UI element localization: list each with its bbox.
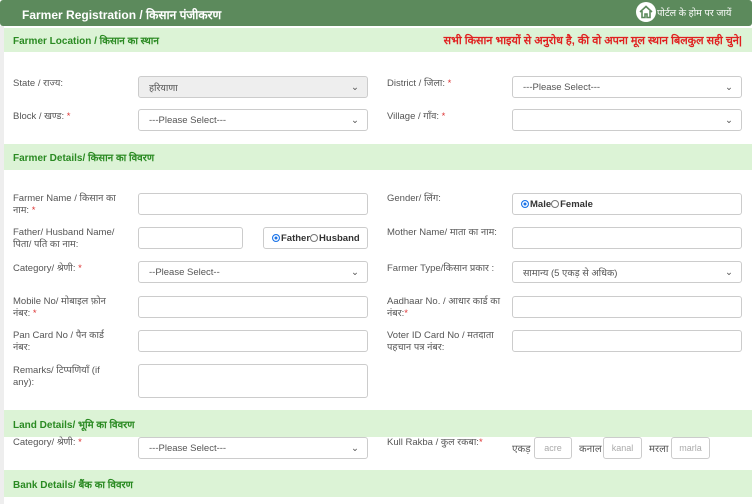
state-select[interactable]: हरियाणा ⌄ bbox=[138, 76, 368, 98]
village-select[interactable]: ⌄ bbox=[512, 109, 742, 131]
state-label: State / राज्य: bbox=[13, 78, 64, 89]
section-title: Land Details/ भूमि का विवरण bbox=[13, 419, 135, 431]
block-select[interactable]: ---Please Select--- ⌄ bbox=[138, 109, 368, 131]
section-farmer-details: Farmer Details/ किसान का विवरण bbox=[4, 144, 752, 170]
home-icon bbox=[636, 2, 656, 22]
kanal-unit-label: कनाल bbox=[579, 444, 602, 455]
mobile-input[interactable] bbox=[138, 296, 368, 318]
district-label: District / जिला: * bbox=[387, 78, 452, 89]
section-title: Farmer Details/ किसान का विवरण bbox=[13, 153, 155, 164]
relation-radio-group: Father Husband bbox=[263, 227, 368, 249]
kull-rakba-label: Kull Rakba / कुल रकबा:* bbox=[387, 437, 483, 448]
land-category-select[interactable]: ---Please Select--- ⌄ bbox=[138, 437, 368, 459]
mother-name-input[interactable] bbox=[512, 227, 742, 249]
mobile-label: Mobile No/ मोबाइल फ़ोन नंबर: * bbox=[13, 296, 106, 319]
father-name-label: Father/ Husband Name/ पिता/ पति का नाम: bbox=[13, 227, 115, 250]
chevron-down-icon: ⌄ bbox=[351, 81, 359, 93]
aadhaar-label: Aadhaar No. / आधार कार्ड का नंबर:* bbox=[387, 296, 501, 319]
chevron-down-icon: ⌄ bbox=[725, 81, 733, 93]
gender-label: Gender/ लिंग: bbox=[387, 193, 441, 204]
gender-female-radio[interactable] bbox=[551, 200, 560, 208]
gender-radio-group: Male Female bbox=[512, 193, 742, 215]
mother-name-label: Mother Name/ माता का नाम: bbox=[387, 227, 497, 238]
farmer-name-input[interactable] bbox=[138, 193, 368, 215]
remarks-textarea[interactable] bbox=[138, 364, 368, 398]
pan-label: Pan Card No / पैन कार्ड नंबर: bbox=[13, 330, 104, 353]
father-name-input[interactable] bbox=[138, 227, 243, 249]
section-land-details: Land Details/ भूमि का विवरण bbox=[4, 410, 752, 437]
section-bank-details: Bank Details/ बैंक का विवरण bbox=[4, 470, 752, 497]
farmer-type-label: Farmer Type/किसान प्रकार : bbox=[387, 263, 495, 274]
marla-unit-label: मरला bbox=[649, 444, 669, 455]
chevron-down-icon: ⌄ bbox=[725, 114, 733, 126]
section-title: Farmer Location / किसान का स्थान bbox=[13, 36, 159, 47]
farmer-name-label: Farmer Name / किसान का नाम: * bbox=[13, 193, 116, 216]
chevron-down-icon: ⌄ bbox=[725, 266, 733, 278]
relation-father-radio[interactable] bbox=[272, 234, 280, 242]
voter-id-label: Voter ID Card No / मतदाता पहचान पत्र नंब… bbox=[387, 330, 494, 353]
location-notice: सभी किसान भाइयों से अनुरोध है, की वो अपन… bbox=[443, 34, 742, 47]
marla-input[interactable]: marla bbox=[671, 437, 710, 459]
category-select[interactable]: --Please Select-- ⌄ bbox=[138, 261, 368, 283]
home-link[interactable]: पोर्टल के होम पर जायें bbox=[636, 2, 731, 22]
block-label: Block / खण्ड: * bbox=[13, 111, 71, 122]
remarks-label: Remarks/ टिप्पणियाँ (if any): bbox=[13, 365, 100, 388]
acre-unit-label: एकड़ bbox=[512, 444, 531, 455]
aadhaar-input[interactable] bbox=[512, 296, 742, 318]
pan-input[interactable] bbox=[138, 330, 368, 352]
chevron-down-icon: ⌄ bbox=[351, 442, 359, 454]
section-title: Bank Details/ बैंक का विवरण bbox=[13, 479, 133, 491]
voter-id-input[interactable] bbox=[512, 330, 742, 352]
acre-input[interactable]: acre bbox=[534, 437, 572, 459]
gender-male-radio[interactable] bbox=[521, 200, 529, 208]
land-category-label: Category/ श्रेणी: * bbox=[13, 437, 82, 448]
chevron-down-icon: ⌄ bbox=[351, 114, 359, 126]
category-label: Category/ श्रेणी: * bbox=[13, 263, 82, 274]
section-farmer-location: Farmer Location / किसान का स्थान सभी किस… bbox=[4, 28, 752, 52]
home-link-label: पोर्टल के होम पर जायें bbox=[657, 7, 732, 19]
district-select[interactable]: ---Please Select--- ⌄ bbox=[512, 76, 742, 98]
kanal-input[interactable]: kanal bbox=[603, 437, 642, 459]
page-title: Farmer Registration / किसान पंजीकरण bbox=[22, 8, 222, 22]
relation-husband-radio[interactable] bbox=[310, 234, 319, 242]
farmer-type-select[interactable]: सामान्य (5 एकड़ से अधिक) ⌄ bbox=[512, 261, 742, 283]
chevron-down-icon: ⌄ bbox=[351, 266, 359, 278]
village-label: Village / गाँव: * bbox=[387, 111, 446, 122]
